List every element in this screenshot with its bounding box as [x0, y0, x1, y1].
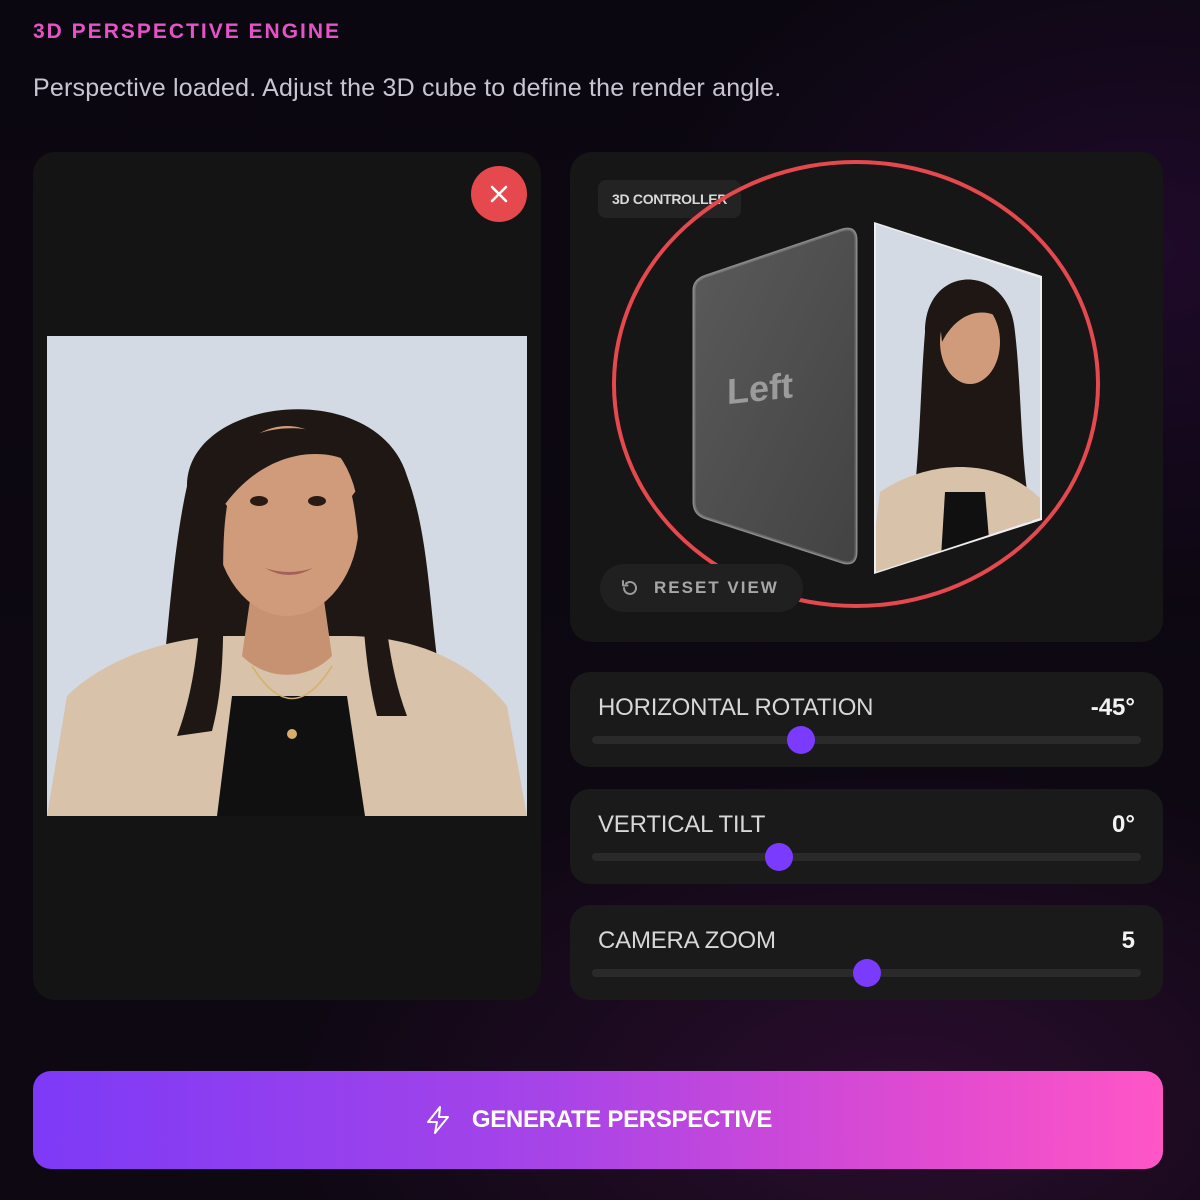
portrait-photo	[47, 336, 527, 816]
rotate-ccw-icon	[622, 580, 637, 595]
page-subtitle: Perspective loaded. Adjust the 3D cube t…	[33, 74, 782, 102]
slider-horizontal-rotation: HORIZONTAL ROTATION -45°	[570, 672, 1163, 767]
page-eyebrow: 3D PERSPECTIVE ENGINE	[33, 20, 342, 43]
lightning-icon	[426, 1106, 449, 1134]
generate-perspective-button[interactable]: GENERATE PERSPECTIVE	[33, 1071, 1163, 1169]
slider-label: CAMERA ZOOM	[598, 927, 776, 954]
slider-thumb[interactable]	[852, 959, 881, 987]
close-icon	[490, 185, 508, 203]
slider-vertical-tilt: VERTICAL TILT 0°	[570, 789, 1163, 884]
3d-controller-panel[interactable]: 3D CONTROLLER Left RESET VIEW	[570, 152, 1163, 642]
reset-view-button[interactable]: RESET VIEW	[600, 564, 803, 612]
slider-camera-zoom: CAMERA ZOOM 5	[570, 905, 1163, 1000]
remove-image-button[interactable]	[471, 166, 527, 222]
controller-badge: 3D CONTROLLER	[598, 180, 742, 218]
cube-left-label: Left	[727, 364, 793, 412]
cube-face-left[interactable]: Left	[692, 226, 860, 566]
slider-label: HORIZONTAL ROTATION	[598, 694, 874, 721]
slider-value: 0°	[1112, 811, 1135, 838]
slider-track[interactable]	[592, 959, 1141, 987]
generate-label: GENERATE PERSPECTIVE	[471, 1106, 773, 1133]
slider-value: -45°	[1090, 694, 1135, 721]
slider-track[interactable]	[592, 726, 1141, 754]
slider-value: 5	[1121, 927, 1135, 954]
slider-track[interactable]	[592, 843, 1141, 871]
source-image-card	[33, 152, 541, 1000]
cube-face-front[interactable]	[870, 222, 1044, 574]
reset-view-label: RESET VIEW	[654, 578, 779, 597]
slider-label: VERTICAL TILT	[598, 811, 766, 838]
slider-thumb[interactable]	[764, 843, 793, 871]
slider-thumb[interactable]	[786, 726, 815, 754]
